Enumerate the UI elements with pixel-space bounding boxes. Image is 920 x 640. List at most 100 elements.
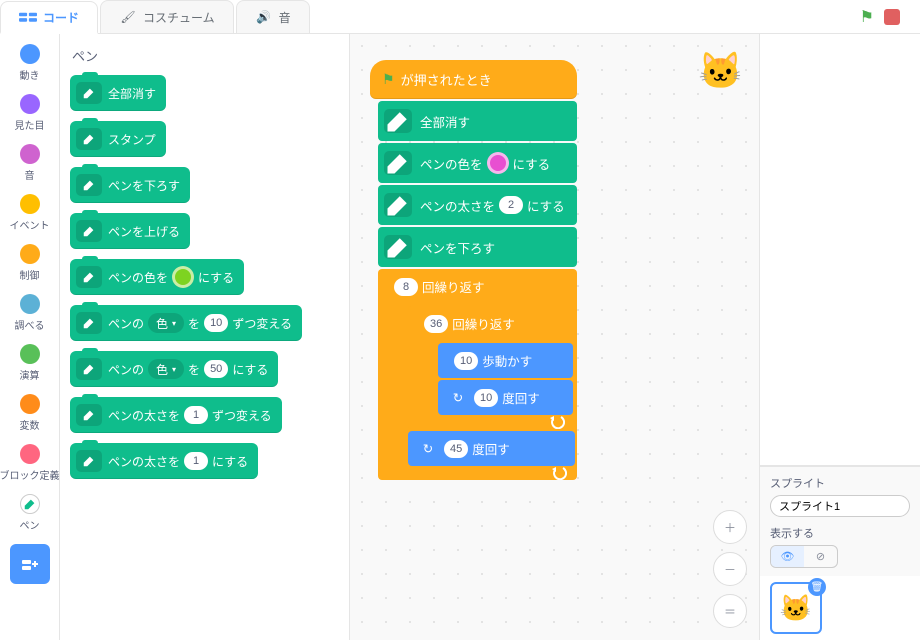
hide-sprite-button[interactable]: ⊘ xyxy=(804,546,837,567)
zoom-in-button[interactable]: ＋ xyxy=(713,510,747,544)
block-erase-all[interactable]: 全部消す xyxy=(378,101,577,141)
category-label: 見た目 xyxy=(0,117,60,132)
block-turn[interactable]: ↻45度回す xyxy=(408,431,575,466)
tab-costumes-label: コスチューム xyxy=(143,9,215,26)
category-dot xyxy=(20,494,40,514)
value-input[interactable]: 36 xyxy=(424,315,448,333)
param-dropdown[interactable]: 色 xyxy=(148,313,184,333)
sprite-thumb[interactable]: 🐱🗑 xyxy=(770,582,822,634)
category-label: 音 xyxy=(0,167,60,182)
value-input[interactable]: 10 xyxy=(454,352,478,370)
value-input[interactable]: 2 xyxy=(499,196,523,214)
tab-code-label: コード xyxy=(43,9,79,26)
value-input[interactable]: 1 xyxy=(184,452,208,470)
category-dot xyxy=(20,94,40,114)
category-column: 動き見た目音イベント制御調べる演算変数ブロック定義ペン xyxy=(0,34,60,640)
category-動き[interactable]: 動き xyxy=(0,38,60,88)
block-set-size[interactable]: ペンの太さを2にする xyxy=(378,185,577,225)
value-input[interactable]: 10 xyxy=(474,389,498,407)
block-move[interactable]: 10歩動かす xyxy=(438,343,573,378)
tab-costumes[interactable]: 🖌 コスチューム xyxy=(100,0,234,33)
color-swatch[interactable] xyxy=(172,266,194,288)
category-演算[interactable]: 演算 xyxy=(0,338,60,388)
category-dot xyxy=(20,144,40,164)
tab-sounds-label: 音 xyxy=(279,9,291,26)
category-ブロック定義[interactable]: ブロック定義 xyxy=(0,438,60,488)
pen-icon xyxy=(76,82,102,104)
category-dot xyxy=(20,344,40,364)
category-音[interactable]: 音 xyxy=(0,138,60,188)
brush-icon: 🖌 xyxy=(119,10,137,24)
category-label: 演算 xyxy=(0,367,60,382)
sprite-label: スプライト xyxy=(770,475,910,491)
category-dot xyxy=(20,394,40,414)
block-change-size[interactable]: ペンの太さを1ずつ変える xyxy=(70,397,282,433)
category-調べる[interactable]: 調べる xyxy=(0,288,60,338)
pen-icon xyxy=(76,220,102,242)
category-label: ブロック定義 xyxy=(0,467,60,482)
tab-code[interactable]: コード xyxy=(0,1,98,34)
value-input[interactable]: 10 xyxy=(204,314,228,332)
value-input[interactable]: 50 xyxy=(204,360,228,378)
block-stamp[interactable]: スタンプ xyxy=(70,121,166,157)
pen-icon xyxy=(76,450,102,472)
delete-sprite-button[interactable]: 🗑 xyxy=(808,578,826,596)
script-workspace[interactable]: 🐱 ↖ ⚑が押されたとき 全部消す ペンの色をにする ペンの太さを2にする ペン… xyxy=(350,34,760,640)
category-label: ペン xyxy=(0,517,60,532)
color-swatch[interactable] xyxy=(487,152,509,174)
pen-icon xyxy=(384,235,412,259)
zoom-out-button[interactable]: － xyxy=(713,552,747,586)
block-palette: ペン 全部消す スタンプ ペンを下ろす ペンを上げる ペンの色をにする ペンの色… xyxy=(60,34,350,640)
show-label: 表示する xyxy=(770,525,910,541)
category-label: 調べる xyxy=(0,317,60,332)
block-set-param[interactable]: ペンの色を50にする xyxy=(70,351,278,387)
block-pen-up[interactable]: ペンを上げる xyxy=(70,213,190,249)
block-set-color[interactable]: ペンの色をにする xyxy=(378,143,577,183)
tab-sounds[interactable]: 🔊 音 xyxy=(236,0,310,33)
param-dropdown[interactable]: 色 xyxy=(148,359,184,379)
block-erase-all[interactable]: 全部消す xyxy=(70,75,166,111)
pen-icon xyxy=(76,266,102,288)
block-pen-down[interactable]: ペンを下ろす xyxy=(70,167,190,203)
block-turn[interactable]: ↻10度回す xyxy=(438,380,573,415)
pen-icon xyxy=(384,151,412,175)
turn-cw-icon: ↻ xyxy=(420,441,436,457)
category-ペン[interactable]: ペン xyxy=(0,488,60,538)
category-dot xyxy=(20,44,40,64)
block-change-param[interactable]: ペンの色を10ずつ変える xyxy=(70,305,302,341)
category-label: 変数 xyxy=(0,417,60,432)
pen-icon xyxy=(384,109,412,133)
block-pen-down[interactable]: ペンを下ろす xyxy=(378,227,577,267)
pen-icon xyxy=(76,404,102,426)
block-repeat-outer[interactable]: 8回繰り返す 36回繰り返す 10歩動かす ↻10度回す ↻45度回す xyxy=(378,269,577,480)
category-制御[interactable]: 制御 xyxy=(0,238,60,288)
block-when-flag-clicked[interactable]: ⚑が押されたとき xyxy=(370,60,577,99)
pen-icon xyxy=(76,312,102,334)
block-set-color[interactable]: ペンの色をにする xyxy=(70,259,244,295)
category-label: イベント xyxy=(0,217,60,232)
stage[interactable] xyxy=(760,34,920,466)
block-set-size[interactable]: ペンの太さを1にする xyxy=(70,443,258,479)
show-sprite-button[interactable]: 👁 xyxy=(771,546,804,567)
value-input[interactable]: 8 xyxy=(394,278,418,296)
pen-icon xyxy=(76,128,102,150)
stop-button[interactable] xyxy=(884,9,900,25)
green-flag-button[interactable]: ⚑ xyxy=(860,7,874,27)
flag-icon: ⚑ xyxy=(382,71,395,88)
category-label: 制御 xyxy=(0,267,60,282)
add-extension-button[interactable] xyxy=(10,544,50,584)
category-イベント[interactable]: イベント xyxy=(0,188,60,238)
category-label: 動き xyxy=(0,67,60,82)
category-見た目[interactable]: 見た目 xyxy=(0,88,60,138)
pen-icon xyxy=(384,193,412,217)
value-input[interactable]: 1 xyxy=(184,406,208,424)
zoom-reset-button[interactable]: ＝ xyxy=(713,594,747,628)
value-input[interactable]: 45 xyxy=(444,440,468,458)
category-dot xyxy=(20,244,40,264)
palette-title: ペン xyxy=(72,46,337,65)
block-repeat-inner[interactable]: 36回繰り返す 10歩動かす ↻10度回す xyxy=(408,306,575,429)
sound-icon: 🔊 xyxy=(255,10,273,24)
category-変数[interactable]: 変数 xyxy=(0,388,60,438)
sprite-name-input[interactable] xyxy=(770,495,910,517)
turn-cw-icon: ↻ xyxy=(450,390,466,406)
